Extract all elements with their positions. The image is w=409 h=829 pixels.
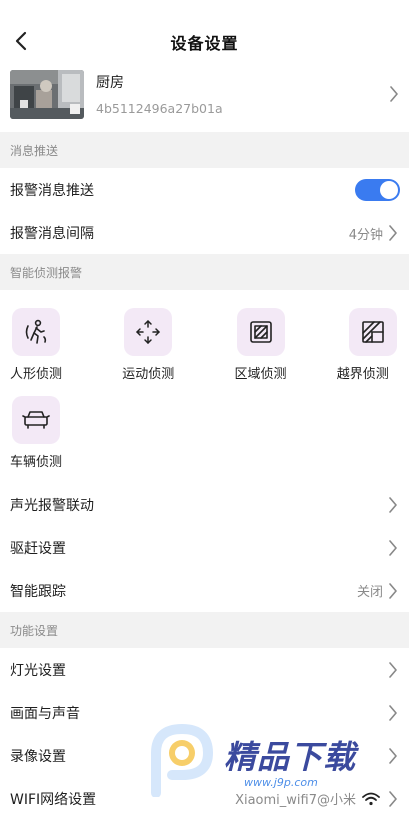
detection-boundary[interactable]: 越界侦测 <box>307 308 409 396</box>
chevron-right-icon <box>386 790 400 808</box>
chevron-right-icon <box>386 661 400 679</box>
chevron-left-icon <box>15 31 27 51</box>
detection-boundary-label: 越界侦测 <box>336 367 389 382</box>
light-row[interactable]: 灯光设置 <box>0 648 409 691</box>
sound-light-label: 声光报警联动 <box>10 497 94 514</box>
boundary-icon <box>348 308 397 356</box>
chevron-right-icon <box>386 582 400 600</box>
wifi-label: WIFI网络设置 <box>10 791 97 808</box>
detection-area-label: 区域侦测 <box>234 367 287 382</box>
chevron-right-icon <box>386 747 400 765</box>
chevron-right-icon <box>387 85 401 103</box>
detection-car-label: 车辆侦测 <box>10 455 63 470</box>
detection-car[interactable]: 车辆侦测 <box>0 396 102 484</box>
light-label: 灯光设置 <box>10 662 66 679</box>
alarm-interval-row[interactable]: 报警消息间隔 4分钟 <box>0 212 409 254</box>
detection-grid: 人形侦测 运动侦测 区域侦测 越界侦测 车辆侦测 <box>0 290 409 484</box>
tracking-row[interactable]: 智能跟踪 关闭 <box>0 569 409 612</box>
alarm-interval-value: 4分钟 <box>348 227 383 243</box>
camera-thumbnail <box>10 69 84 119</box>
expel-label: 驱赶设置 <box>10 540 66 557</box>
car-icon <box>12 396 60 444</box>
tracking-value: 关闭 <box>356 585 383 600</box>
device-row[interactable]: 厨房 4b5112496a27b01a <box>0 68 409 120</box>
chevron-right-icon <box>386 496 400 514</box>
record-label: 录像设置 <box>10 748 66 765</box>
chevron-right-icon <box>386 704 400 722</box>
sound-light-row[interactable]: 声光报警联动 <box>0 483 409 526</box>
detection-area[interactable]: 区域侦测 <box>205 308 307 396</box>
human-icon <box>12 308 60 356</box>
detection-motion[interactable]: 运动侦测 <box>102 308 204 396</box>
chevron-right-icon <box>386 539 400 557</box>
page-title: 设备设置 <box>170 34 239 53</box>
alarm-push-toggle[interactable] <box>355 179 400 201</box>
wifi-value: Xiaomi_wifi7@小米 <box>235 793 356 808</box>
section-header-smart: 智能侦测报警 <box>0 254 409 290</box>
toggle-knob <box>380 181 398 199</box>
area-icon <box>236 308 285 356</box>
back-button[interactable] <box>8 28 34 54</box>
section-header-function: 功能设置 <box>0 612 409 648</box>
picture-sound-label: 画面与声音 <box>10 705 80 722</box>
alarm-push-row: 报警消息推送 <box>0 168 409 212</box>
chevron-right-icon <box>386 224 400 242</box>
picture-sound-row[interactable]: 画面与声音 <box>0 691 409 734</box>
motion-arrows-icon <box>124 308 173 356</box>
alarm-interval-label: 报警消息间隔 <box>10 226 94 242</box>
record-row[interactable]: 录像设置 <box>0 734 409 777</box>
device-id: 4b5112496a27b01a <box>96 101 223 116</box>
alarm-push-label: 报警消息推送 <box>10 183 94 199</box>
section-header-push: 消息推送 <box>0 132 409 168</box>
detection-human-label: 人形侦测 <box>10 367 63 382</box>
detection-human[interactable]: 人形侦测 <box>0 308 102 396</box>
device-name: 厨房 <box>96 75 124 91</box>
wifi-icon <box>362 792 380 805</box>
wifi-row[interactable]: WIFI网络设置 Xiaomi_wifi7@小米 <box>0 777 409 820</box>
expel-row[interactable]: 驱赶设置 <box>0 526 409 569</box>
detection-motion-label: 运动侦测 <box>122 367 175 382</box>
tracking-label: 智能跟踪 <box>10 583 66 600</box>
